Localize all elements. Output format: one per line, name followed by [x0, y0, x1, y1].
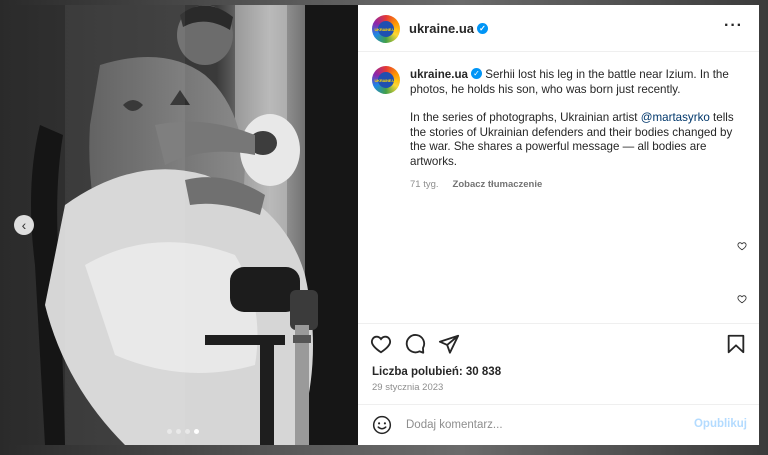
divider	[358, 323, 759, 324]
comments-area: UKRAINE.UA ukraine.ua ✓ Serhii lost his l…	[358, 52, 759, 322]
carousel-dot	[185, 429, 190, 434]
more-options-icon[interactable]: ···	[724, 17, 743, 35]
avatar-logo: UKRAINE.UA	[374, 21, 398, 37]
carousel-dot	[167, 429, 172, 434]
action-bar	[358, 333, 759, 357]
post-side-panel: UKRAINE.UA ukraine.ua ✓ ··· UKRAINE.UA uk…	[358, 5, 759, 445]
comment-like-heart-icon[interactable]	[737, 294, 747, 304]
avatar-logo: UKRAINE.UA	[374, 72, 398, 88]
caption-username[interactable]: ukraine.ua	[410, 68, 468, 81]
avatar[interactable]: UKRAINE.UA	[372, 15, 400, 43]
likes-count[interactable]: Liczba polubień: 30 838	[372, 366, 501, 378]
post-date: 29 stycznia 2023	[372, 382, 444, 393]
emoji-icon[interactable]	[372, 415, 392, 435]
avatar-logo-text: UKRAINE.UA	[374, 77, 398, 83]
comment-like-heart-icon[interactable]	[737, 241, 747, 251]
post-modal: ‹ UKRAINE.UA ukraine.ua ✓ ··· UKRAINE.UA …	[5, 5, 759, 445]
carousel-dot-active	[194, 429, 199, 434]
post-caption: ukraine.ua ✓ Serhii lost his leg in the b…	[410, 68, 750, 170]
carousel-prev-button[interactable]: ‹	[14, 215, 34, 235]
header-username[interactable]: ukraine.ua ✓	[409, 21, 489, 36]
caption-avatar[interactable]: UKRAINE.UA	[372, 66, 400, 94]
caption-mention-link[interactable]: @martasyrko	[641, 111, 710, 124]
avatar-logo-text: UKRAINE.UA	[374, 26, 398, 32]
publish-button[interactable]: Opublikuj	[694, 418, 747, 430]
bookmark-icon[interactable]	[725, 333, 747, 355]
post-age: 71 tyg.	[410, 179, 439, 190]
caption-paragraph: ukraine.ua ✓ Serhii lost his leg in the b…	[410, 68, 750, 97]
caption-meta: 71 tyg. Zobacz tłumaczenie	[410, 179, 542, 190]
chevron-left-icon: ‹	[21, 217, 27, 233]
see-translation-button[interactable]: Zobacz tłumaczenie	[453, 179, 543, 190]
comment-icon[interactable]	[404, 333, 426, 355]
post-photo: ‹	[5, 5, 358, 445]
paper-plane-icon[interactable]	[438, 333, 460, 355]
caption-text-2a: In the series of photographs, Ukrainian …	[410, 111, 641, 125]
photo-image	[5, 5, 358, 445]
comment-composer: Opublikuj	[358, 405, 759, 445]
header-username-text[interactable]: ukraine.ua	[409, 21, 474, 36]
heart-icon[interactable]	[370, 333, 392, 355]
verified-badge-icon: ✓	[477, 23, 489, 35]
carousel-dots	[167, 429, 199, 434]
post-header: UKRAINE.UA ukraine.ua ✓ ···	[358, 5, 759, 52]
comment-input[interactable]	[406, 416, 686, 434]
carousel-dot	[176, 429, 181, 434]
verified-badge-icon: ✓	[471, 68, 482, 80]
caption-paragraph: In the series of photographs, Ukrainian …	[410, 111, 750, 169]
